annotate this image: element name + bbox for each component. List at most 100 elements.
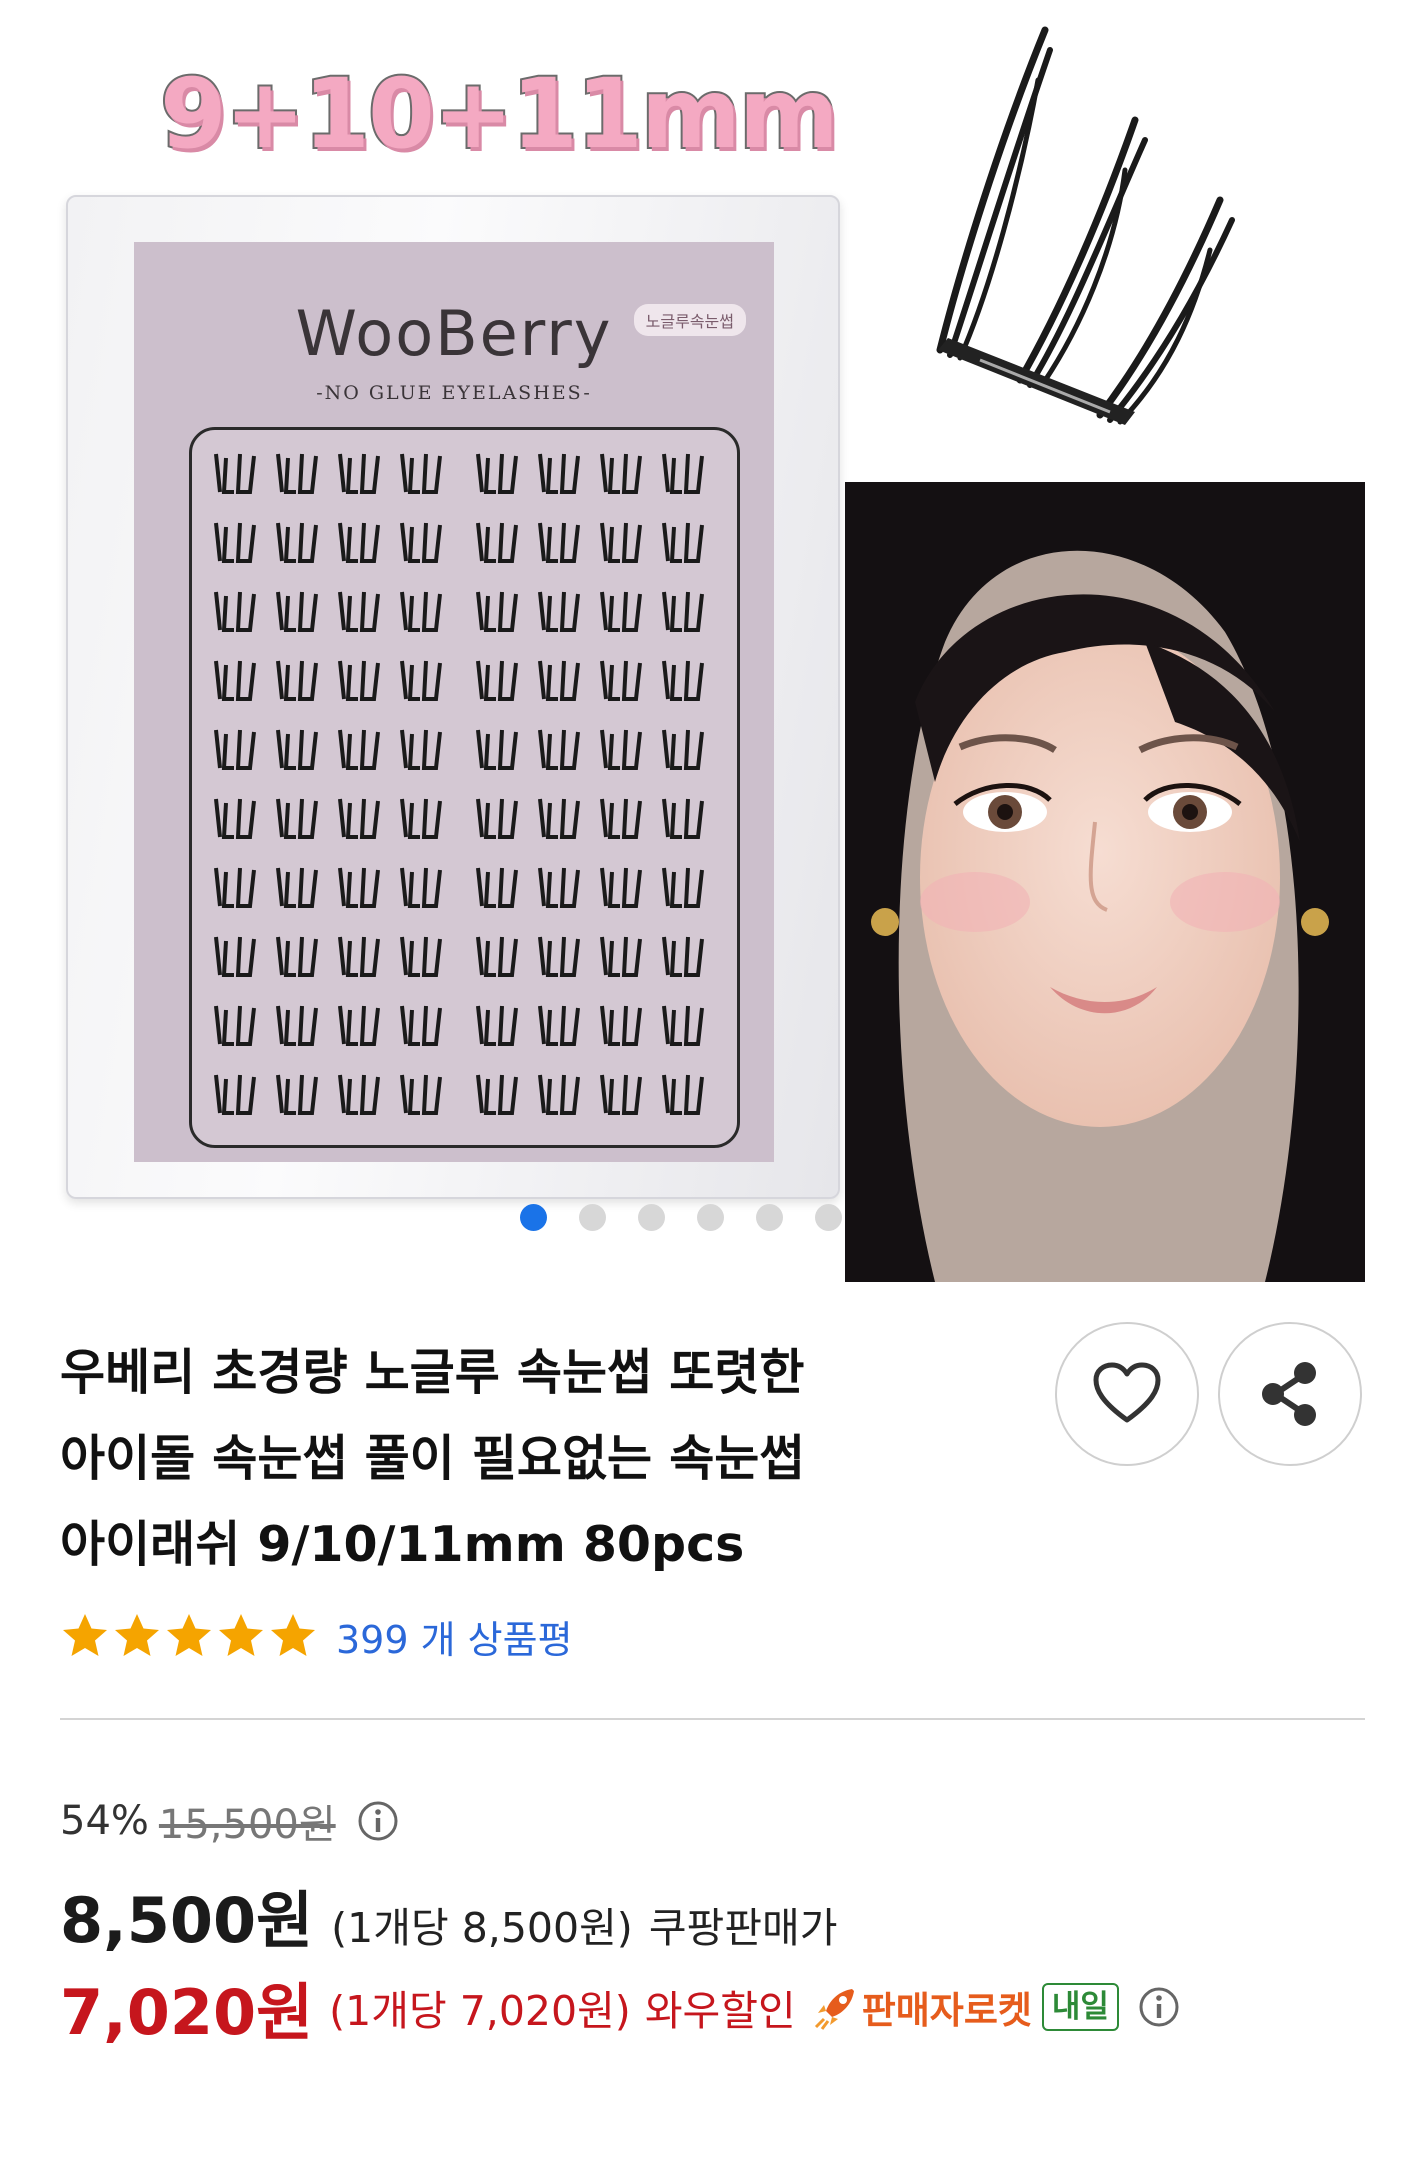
lash-cluster xyxy=(276,660,318,701)
rocket-delivery-label: 판매자로켓 xyxy=(861,1989,1032,2032)
lash-cluster xyxy=(538,798,580,839)
lash-cluster xyxy=(662,936,704,977)
lash-card: WooBerry -NO GLUE EYELASHES- 노글루속눈썹 xyxy=(134,242,774,1162)
lash-cluster xyxy=(400,798,442,839)
lash-cluster xyxy=(338,1005,380,1046)
lash-cluster xyxy=(662,591,704,632)
lash-cluster xyxy=(214,798,256,839)
lash-cluster xyxy=(662,522,704,563)
product-title: 우베리 초경량 노글루 속눈썹 또렷한 아이돌 속눈썹 풀이 필요없는 속눈썹 … xyxy=(60,1330,960,1588)
lash-cluster xyxy=(476,591,518,632)
product-image-carousel[interactable]: 9+10+11mm WooBerry -NO GLUE EYELASHES- 노… xyxy=(0,0,1410,1300)
lash-cluster xyxy=(476,729,518,770)
lash-cluster xyxy=(538,453,580,494)
lash-row xyxy=(210,1002,720,1050)
lash-cluster xyxy=(538,1005,580,1046)
image-headline-text: 9+10+11mm xyxy=(158,56,841,172)
brand-subtitle: -NO GLUE EYELASHES- xyxy=(316,382,592,404)
star-icon xyxy=(271,1614,315,1656)
lash-cluster xyxy=(600,867,642,908)
carousel-dot[interactable] xyxy=(520,1204,547,1231)
lash-cluster xyxy=(214,936,256,977)
rocket-icon xyxy=(814,1989,854,2030)
brand-tag: 노글루속눈썹 xyxy=(633,304,746,336)
heart-icon xyxy=(1093,1362,1161,1423)
lash-cluster xyxy=(276,867,318,908)
lash-cluster xyxy=(600,1074,642,1115)
lash-cluster xyxy=(476,522,518,563)
lash-cluster xyxy=(276,522,318,563)
lash-cluster xyxy=(538,867,580,908)
lash-cluster xyxy=(600,729,642,770)
lash-cluster xyxy=(538,522,580,563)
lash-case-image: WooBerry -NO GLUE EYELASHES- 노글루속눈썹 xyxy=(66,195,840,1199)
lash-cluster xyxy=(600,591,642,632)
share-button[interactable] xyxy=(1218,1322,1362,1466)
delivery-date-badge: 내일 xyxy=(1041,1983,1119,2031)
lash-row xyxy=(210,795,720,843)
lash-row xyxy=(210,933,720,981)
lash-cluster xyxy=(538,936,580,977)
title-line: 우베리 초경량 노글루 속눈썹 또렷한 xyxy=(60,1344,805,1401)
rating-stars xyxy=(60,1611,318,1661)
lash-cluster xyxy=(476,660,518,701)
review-count-link[interactable]: 399 개 상품평 xyxy=(336,1609,573,1664)
sale-price: 8,500원 xyxy=(60,1884,314,1957)
star-icon xyxy=(219,1614,263,1656)
lash-cluster xyxy=(214,1005,256,1046)
lash-cluster xyxy=(400,936,442,977)
lash-cluster xyxy=(662,660,704,701)
carousel-dot[interactable] xyxy=(697,1204,724,1231)
info-icon[interactable] xyxy=(356,1799,400,1843)
lash-row xyxy=(210,588,720,636)
carousel-dot[interactable] xyxy=(756,1204,783,1231)
lash-cluster xyxy=(538,591,580,632)
lash-cluster xyxy=(338,729,380,770)
like-button[interactable] xyxy=(1055,1322,1199,1466)
original-price: 15,500원 xyxy=(158,1802,336,1848)
lash-cluster xyxy=(476,1005,518,1046)
lash-cluster xyxy=(276,1005,318,1046)
lash-cluster xyxy=(662,453,704,494)
lash-cluster xyxy=(338,660,380,701)
lash-cluster xyxy=(276,936,318,977)
lash-cluster xyxy=(338,1074,380,1115)
carousel-dot[interactable] xyxy=(815,1204,842,1231)
star-icon xyxy=(115,1614,159,1656)
title-line: 아이돌 속눈썹 풀이 필요없는 속눈썹 xyxy=(60,1430,805,1487)
unit-price: (1개당 8,500원) xyxy=(331,1904,633,1952)
info-icon[interactable] xyxy=(1137,1985,1181,2029)
lash-row xyxy=(210,450,720,498)
lash-cluster xyxy=(338,867,380,908)
lash-cluster xyxy=(338,798,380,839)
rating-row[interactable]: 399 개 상품평 xyxy=(60,1608,573,1664)
carousel-dot[interactable] xyxy=(638,1204,665,1231)
lash-cluster xyxy=(662,798,704,839)
wow-unit-price: (1개당 7,020원) xyxy=(329,1987,631,2035)
lash-cluster xyxy=(276,729,318,770)
discount-percent: 54% xyxy=(60,1798,149,1844)
lash-cluster xyxy=(214,660,256,701)
lash-cluster xyxy=(214,867,256,908)
lash-cluster xyxy=(600,522,642,563)
share-icon xyxy=(1262,1362,1316,1426)
lash-cluster xyxy=(600,453,642,494)
lash-cluster xyxy=(662,1005,704,1046)
carousel-dot[interactable] xyxy=(579,1204,606,1231)
divider xyxy=(60,1718,1365,1720)
lash-cluster xyxy=(538,729,580,770)
lash-row xyxy=(210,519,720,567)
lash-row xyxy=(210,864,720,912)
lash-cluster xyxy=(600,936,642,977)
title-line: 아이래쉬 9/10/11mm 80pcs xyxy=(60,1516,745,1573)
carousel-dots xyxy=(520,1204,842,1234)
lash-row xyxy=(210,1071,720,1119)
lash-cluster xyxy=(400,729,442,770)
model-photo xyxy=(845,482,1365,1282)
original-price-row: 54% 15,500원 xyxy=(60,1793,400,1849)
wow-price: 7,020원 xyxy=(60,1976,314,2049)
lash-cluster xyxy=(476,867,518,908)
lash-cluster xyxy=(400,522,442,563)
lash-cluster xyxy=(538,660,580,701)
star-icon xyxy=(167,1614,211,1656)
